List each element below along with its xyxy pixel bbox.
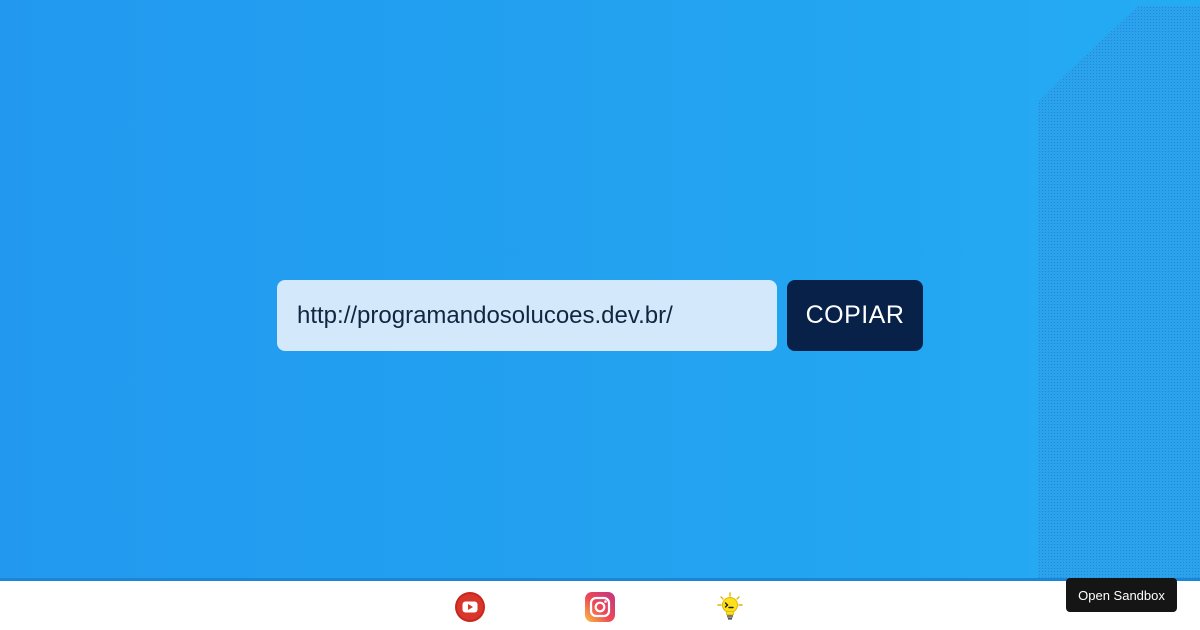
youtube-link[interactable] (454, 591, 486, 623)
lightbulb-icon (717, 592, 743, 620)
open-sandbox-button[interactable]: Open Sandbox (1066, 578, 1177, 612)
youtube-icon (455, 592, 485, 622)
instagram-icon (585, 592, 615, 622)
decorative-dotted-panel (1038, 6, 1200, 578)
app-background: COPIAR (0, 0, 1200, 578)
copy-button[interactable]: COPIAR (787, 280, 923, 351)
blog-link[interactable] (714, 591, 746, 623)
url-input[interactable] (277, 280, 777, 351)
copy-url-form: COPIAR (277, 280, 923, 351)
instagram-link[interactable] (584, 591, 616, 623)
footer-bar (0, 578, 1200, 630)
